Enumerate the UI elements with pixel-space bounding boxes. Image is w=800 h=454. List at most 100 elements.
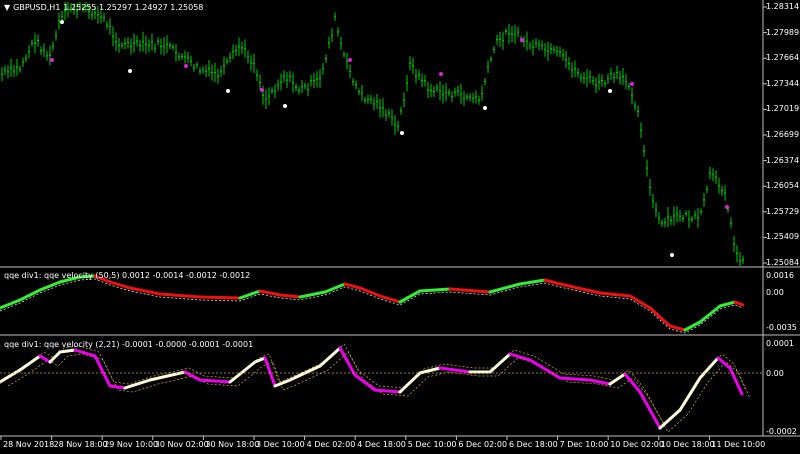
- osc2-line-segment: [678, 376, 702, 412]
- osc1-line-segment: [298, 290, 327, 299]
- osc2-line-segment: [608, 372, 627, 386]
- signal-dot-white: [483, 106, 487, 110]
- osc1-signal-line: [0, 278, 744, 334]
- indicator1-tick-label: 0.0016: [766, 271, 794, 280]
- price-tick-label: 1.25084: [766, 258, 800, 267]
- price-tick-label: 1.26374: [766, 155, 800, 165]
- osc1-line-segment: [448, 287, 492, 294]
- signal-dot-magenta: [520, 38, 524, 42]
- time-tick-label: 10 Dec 02:00: [610, 440, 664, 449]
- osc2-line-segment: [0, 368, 22, 384]
- time-tick-label: 11 Dec 10:00: [711, 440, 766, 449]
- osc2-line-segment: [623, 372, 642, 394]
- osc2-line-segment: [263, 356, 277, 388]
- time-tick-label: 6 Dec 02:00: [458, 440, 508, 449]
- time-tick-label: 4 Dec 02:00: [306, 440, 356, 449]
- osc2-line-segment: [228, 360, 257, 384]
- osc1-line-segment: [343, 282, 362, 290]
- osc2-line-segment: [373, 388, 402, 394]
- price-tick-label: 1.26054: [766, 181, 800, 191]
- osc1-line-segment: [278, 293, 302, 299]
- osc2-line-segment: [638, 390, 662, 430]
- signal-dot-magenta: [439, 72, 443, 76]
- osc2-line-segment: [273, 378, 292, 388]
- osc1-line-segment: [398, 289, 422, 304]
- time-tick-label: 6 Dec 18:00: [509, 440, 558, 449]
- osc2-line-segment: [108, 384, 127, 390]
- indicator1-tick-label: -0.0035: [766, 323, 797, 332]
- osc1-line-segment: [0, 298, 22, 310]
- osc2-line-segment: [48, 350, 62, 364]
- osc1-line-segment: [733, 300, 745, 307]
- time-tick-label: 28 Nov 18:00: [53, 440, 108, 449]
- osc1-line-segment: [238, 289, 262, 300]
- osc1-line-segment: [323, 282, 347, 294]
- osc2-line-segment: [93, 354, 112, 388]
- signal-dot-magenta: [50, 58, 54, 62]
- time-tick-label: 7 Dec 10:00: [559, 440, 609, 449]
- price-tick-label: 1.26699: [766, 130, 800, 139]
- signal-dot-white: [60, 20, 64, 24]
- osc2-line-segment: [488, 352, 512, 374]
- price-tick-label: 1.27989: [766, 27, 800, 37]
- osc2-line-segment: [318, 346, 342, 368]
- dropdown-triangle-icon[interactable]: ▼: [4, 3, 10, 12]
- osc2-line-segment: [508, 352, 532, 362]
- indicator1-title: qqe div1: qqe velocity (50,5) 0.0012 -0.…: [4, 271, 251, 280]
- osc2-line-segment: [438, 366, 472, 374]
- ohlc-values: 1.25255 1.25297 1.24927 1.25058: [63, 3, 204, 12]
- osc1-line-segment: [543, 278, 562, 286]
- signal-dot-white: [128, 69, 132, 73]
- price-tick-label: 1.25409: [766, 232, 800, 242]
- indicator2-tick-label: 0.0001: [766, 339, 794, 348]
- signal-dot-white: [670, 253, 674, 257]
- price-tick-label: 1.25729: [766, 206, 800, 216]
- osc1-line-segment: [38, 280, 62, 292]
- time-tick-label: 5 Dec 10:00: [407, 440, 457, 449]
- indicator2-title: qqe div1: qqe velocity (2,21) -0.0001 -0…: [4, 340, 254, 349]
- signal-dot-white: [226, 89, 230, 93]
- price-bars: [1, 2, 744, 266]
- signal-dot-white: [400, 131, 404, 135]
- chart-canvas[interactable]: [0, 0, 800, 454]
- time-tick-label: 3 Dec 10:00: [256, 440, 305, 449]
- oscillator-2-lines: [0, 343, 751, 433]
- osc2-line-segment: [716, 356, 732, 370]
- osc2-line-segment: [588, 378, 612, 386]
- signal-dot-magenta: [630, 82, 634, 86]
- symbol-label: GBPUSD,H1: [13, 3, 61, 12]
- indicator2-tick-label: 0.00: [766, 369, 784, 378]
- osc1-line-segment: [378, 294, 402, 304]
- oscillator-1-lines: [0, 274, 745, 334]
- osc2-line-segment: [658, 408, 682, 430]
- time-tick-label: 30 Nov 18:00: [205, 440, 260, 449]
- osc2-line-segment: [353, 373, 377, 392]
- signal-dot-white: [283, 104, 287, 108]
- price-tick-label: 1.27019: [766, 104, 800, 114]
- osc1-line-segment: [698, 304, 722, 324]
- indicator1-tick-label: 0.00: [766, 288, 784, 297]
- osc2-line-segment: [58, 348, 77, 354]
- osc1-line-segment: [18, 288, 42, 302]
- osc1-line-segment: [628, 294, 652, 310]
- osc1-line-segment: [158, 292, 202, 299]
- time-tick-label: 30 Nov 02:00: [154, 440, 209, 449]
- signal-dot-magenta: [725, 205, 729, 209]
- osc1-line-segment: [128, 286, 162, 296]
- chart-title: ▼ GBPUSD,H1 1.25255 1.25297 1.24927 1.25…: [4, 3, 203, 12]
- price-tick-label: 1.27344: [766, 78, 800, 88]
- osc1-line-segment: [108, 280, 132, 290]
- signal-dot-white: [608, 89, 612, 93]
- osc2-line-segment: [698, 356, 720, 380]
- osc2-line-segment: [253, 356, 267, 364]
- signal-dot-magenta: [260, 88, 264, 92]
- osc2-line-segment: [338, 346, 357, 377]
- time-tick-label: 10 Dec 18:00: [660, 440, 715, 449]
- time-tick-label: 4 Dec 18:00: [357, 440, 406, 449]
- indicator2-tick-label: -0.0002: [766, 427, 797, 436]
- osc2-line-segment: [418, 366, 442, 375]
- osc2-line-segment: [73, 348, 97, 358]
- osc1-line-segment: [418, 287, 452, 293]
- osc1-line-segment: [198, 295, 242, 300]
- osc2-line-segment: [198, 378, 232, 384]
